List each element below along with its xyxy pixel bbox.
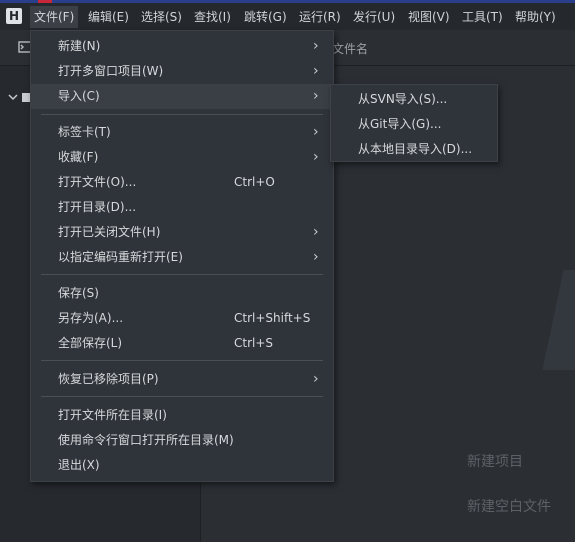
file-menu-item-open-in-terminal[interactable]: 使用命令行窗口打开所在目录(M) <box>31 428 333 453</box>
menu-item-label: 以指定编码重新打开(E) <box>58 250 183 264</box>
menu-item-label: 打开文件所在目录(I) <box>58 408 167 422</box>
shortcut-label: Ctrl+Shift+S <box>234 311 311 325</box>
menu-select[interactable]: 选择(S) <box>137 6 186 28</box>
shortcut-label: Ctrl+O <box>234 175 275 189</box>
file-menu-item-open-closed-file[interactable]: 打开已关闭文件(H) › <box>31 220 333 245</box>
shortcut-label: Ctrl+S <box>234 336 274 350</box>
menu-item-label: 恢复已移除项目(P) <box>58 372 159 386</box>
import-from-svn[interactable]: 从SVN导入(S)... <box>331 87 497 112</box>
file-menu-dropdown: 新建(N) › 打开多窗口项目(W) › 导入(C) › 标签卡(T) › 收藏(F) ›… <box>30 30 334 482</box>
menu-item-label: 保存(S) <box>58 286 99 300</box>
file-menu-item-open-directory[interactable]: 打开目录(D)... <box>31 195 333 220</box>
file-menu-item-favorites[interactable]: 收藏(F) › <box>31 145 333 170</box>
menu-run[interactable]: 运行(R) <box>295 6 345 28</box>
chevron-right-icon: › <box>313 88 319 104</box>
submenu-item-label: 从本地目录导入(D)... <box>358 142 473 156</box>
menu-item-label: 标签卡(T) <box>58 125 111 139</box>
menu-separator <box>41 396 323 397</box>
import-from-git[interactable]: 从Git导入(G)... <box>331 112 497 137</box>
menu-item-label: 退出(X) <box>58 458 100 472</box>
menu-item-label: 打开已关闭文件(H) <box>58 225 161 239</box>
menu-tools[interactable]: 工具(T) <box>458 6 507 28</box>
chevron-right-icon: › <box>313 63 319 79</box>
chevron-right-icon: › <box>313 224 319 240</box>
menu-bar: H 文件(F) 编辑(E) 选择(S) 查找(I) 跳转(G) 运行(R) 发行… <box>0 3 575 30</box>
file-menu-item-save-as[interactable]: 另存为(A)... Ctrl+Shift+S <box>31 306 333 331</box>
menu-view[interactable]: 视图(V) <box>404 6 454 28</box>
chevron-down-icon[interactable] <box>8 91 18 105</box>
menu-item-label: 打开目录(D)... <box>58 200 137 214</box>
menu-help[interactable]: 帮助(Y) <box>511 6 560 28</box>
app-logo-icon: H <box>6 8 22 24</box>
file-menu-item-restore-removed-project[interactable]: 恢复已移除项目(P) › <box>31 367 333 392</box>
menu-item-label: 打开文件(O)... <box>58 175 137 189</box>
import-from-local-directory[interactable]: 从本地目录导入(D)... <box>331 137 497 162</box>
file-menu-item-new[interactable]: 新建(N) › <box>31 34 333 59</box>
file-menu-item-open-multi-window[interactable]: 打开多窗口项目(W) › <box>31 59 333 84</box>
menu-goto[interactable]: 跳转(G) <box>240 6 291 28</box>
chevron-right-icon: › <box>313 149 319 165</box>
menu-file[interactable]: 文件(F) <box>30 6 79 28</box>
menu-item-label: 另存为(A)... <box>58 311 124 325</box>
menu-item-label: 导入(C) <box>58 89 100 103</box>
menu-item-label: 新建(N) <box>58 39 101 53</box>
file-menu-item-import[interactable]: 导入(C) › <box>31 84 333 109</box>
file-menu-item-exit[interactable]: 退出(X) <box>31 453 333 478</box>
menu-find[interactable]: 查找(I) <box>190 6 235 28</box>
menu-item-label: 使用命令行窗口打开所在目录(M) <box>58 433 234 447</box>
menu-separator <box>41 274 323 275</box>
chevron-right-icon: › <box>313 38 319 54</box>
file-menu-item-reopen-with-encoding[interactable]: 以指定编码重新打开(E) › <box>31 245 333 270</box>
menu-separator <box>41 114 323 115</box>
file-name-label: 文件名 <box>332 42 369 56</box>
menu-item-label: 收藏(F) <box>58 150 99 164</box>
file-menu-item-save-all[interactable]: 全部保存(L) Ctrl+S <box>31 331 333 356</box>
menu-item-label: 打开多窗口项目(W) <box>58 64 164 78</box>
submenu-item-label: 从SVN导入(S)... <box>358 92 448 106</box>
chevron-right-icon: › <box>313 371 319 387</box>
menu-separator <box>41 360 323 361</box>
file-menu-item-tabs[interactable]: 标签卡(T) › <box>31 120 333 145</box>
menu-edit[interactable]: 编辑(E) <box>84 6 133 28</box>
file-menu-item-open-file[interactable]: 打开文件(O)... Ctrl+O <box>31 170 333 195</box>
import-submenu: 从SVN导入(S)... 从Git导入(G)... 从本地目录导入(D)... <box>330 84 498 162</box>
menu-publish[interactable]: 发行(U) <box>349 6 399 28</box>
submenu-item-label: 从Git导入(G)... <box>358 117 442 131</box>
chevron-right-icon: › <box>313 124 319 140</box>
menu-item-label: 全部保存(L) <box>58 336 123 350</box>
file-menu-item-open-containing-folder[interactable]: 打开文件所在目录(I) <box>31 403 333 428</box>
chevron-right-icon: › <box>313 249 319 265</box>
file-menu-item-save[interactable]: 保存(S) <box>31 281 333 306</box>
new-project-hint[interactable]: 新建项目 <box>467 451 523 471</box>
new-blank-file-hint[interactable]: 新建空白文件 <box>467 496 551 516</box>
